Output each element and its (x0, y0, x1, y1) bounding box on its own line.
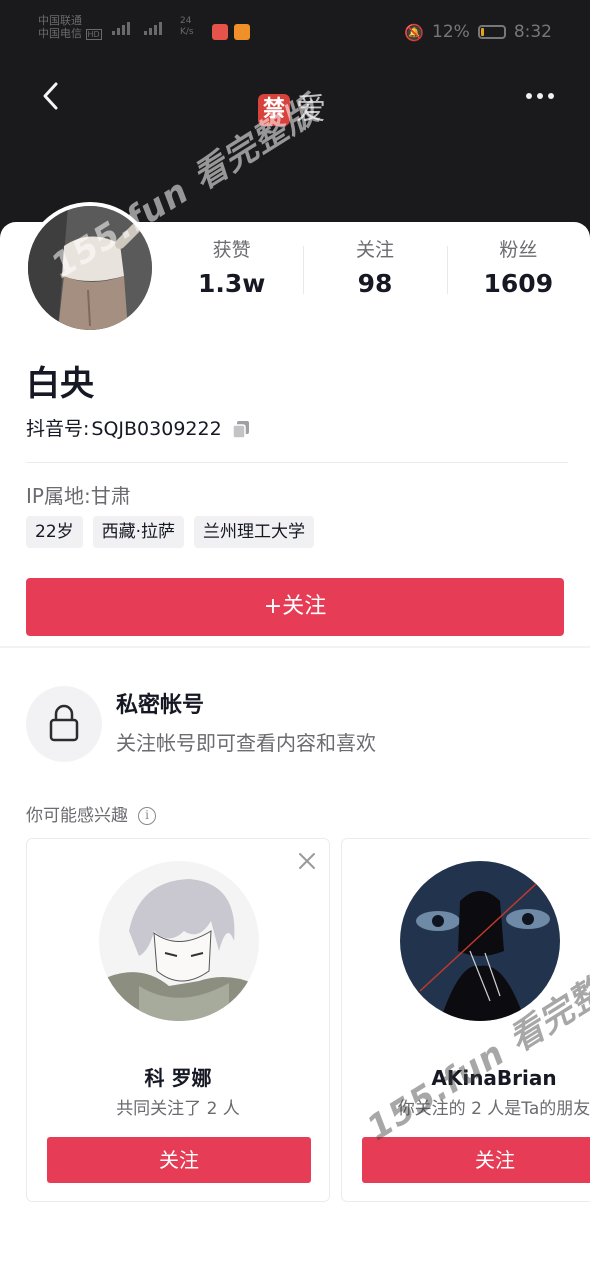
status-right: 🔕 12% 8:32 (404, 22, 552, 42)
speed-value: 24 (180, 16, 192, 26)
profile-name: 白央 (26, 364, 94, 404)
more-button[interactable] (522, 84, 558, 108)
info-icon[interactable]: i (138, 807, 156, 825)
private-description: 关注帐号即可查看内容和喜欢 (116, 731, 376, 755)
more-dot (537, 93, 543, 99)
battery-fill (480, 28, 484, 36)
back-button[interactable] (36, 80, 68, 112)
carrier-2: 中国电信 (38, 27, 82, 40)
clock: 8:32 (513, 22, 552, 42)
recommend-card[interactable]: 科 罗娜 共同关注了 2 人 关注 (26, 838, 330, 1202)
douyin-id-value: SQJB0309222 (91, 418, 222, 440)
orange-app-icon (234, 24, 250, 40)
hd-badge: HD (85, 29, 102, 40)
stat-following[interactable]: 关注 98 (303, 236, 446, 306)
stat-value: 1609 (483, 269, 554, 298)
tag-location[interactable]: 西藏·拉萨 (92, 516, 185, 548)
carrier-1: 中国联通 (38, 14, 82, 27)
recommend-follow-button[interactable]: 关注 (362, 1137, 590, 1183)
douyin-id-label: 抖音号: (26, 418, 90, 440)
chevron-left-icon (43, 82, 58, 110)
close-icon[interactable] (297, 851, 317, 871)
profile-stats: 获赞 1.3w 关注 98 粉丝 1609 (160, 236, 590, 306)
tag-age[interactable]: 22岁 (26, 516, 83, 548)
stat-label: 粉丝 (499, 239, 538, 261)
battery-percent: 12% (432, 22, 470, 42)
signal-icon (110, 20, 172, 39)
red-app-icon (212, 24, 228, 40)
recommend-avatar[interactable] (99, 861, 259, 1021)
lock-icon (49, 704, 79, 742)
follow-button[interactable]: +关注 (26, 578, 564, 636)
tag-school[interactable]: 兰州理工大学 (194, 516, 315, 548)
mute-icon: 🔕 (404, 22, 425, 42)
recommend-subtitle: 共同关注了 2 人 (116, 1099, 240, 1119)
more-dot (526, 93, 532, 99)
stat-label: 获赞 (212, 239, 251, 261)
stat-followers[interactable]: 粉丝 1609 (446, 236, 590, 306)
section-separator (0, 646, 590, 648)
stat-value: 98 (357, 269, 393, 298)
lock-icon-wrap (26, 686, 102, 762)
stat-value: 1.3w (197, 269, 266, 298)
private-title: 私密帐号 (116, 693, 205, 718)
profile-tags: 22岁 西藏·拉萨 兰州理工大学 (26, 516, 315, 548)
douyin-id-row: 抖音号: SQJB0309222 (26, 414, 252, 444)
more-dot (548, 93, 554, 99)
network-speed: 24 K/s (180, 16, 194, 38)
copy-icon[interactable] (230, 418, 252, 440)
recommend-heading: 你可能感兴趣 i (26, 802, 156, 830)
divider (26, 462, 568, 463)
recommend-heading-text: 你可能感兴趣 (26, 806, 128, 826)
battery-icon (477, 25, 506, 39)
speed-unit: K/s (180, 27, 194, 37)
stat-label: 关注 (355, 239, 394, 261)
status-bar: 中国联通 中国电信 HD 24 K/s 🔕 12% 8:32 (0, 0, 590, 64)
recommend-follow-button[interactable]: 关注 (47, 1137, 311, 1183)
ip-location: IP属地:甘肃 (26, 484, 131, 508)
carrier-info: 中国联通 中国电信 HD (38, 14, 102, 41)
stat-likes[interactable]: 获赞 1.3w (160, 236, 303, 306)
recommend-name: 科 罗娜 (144, 1066, 212, 1090)
